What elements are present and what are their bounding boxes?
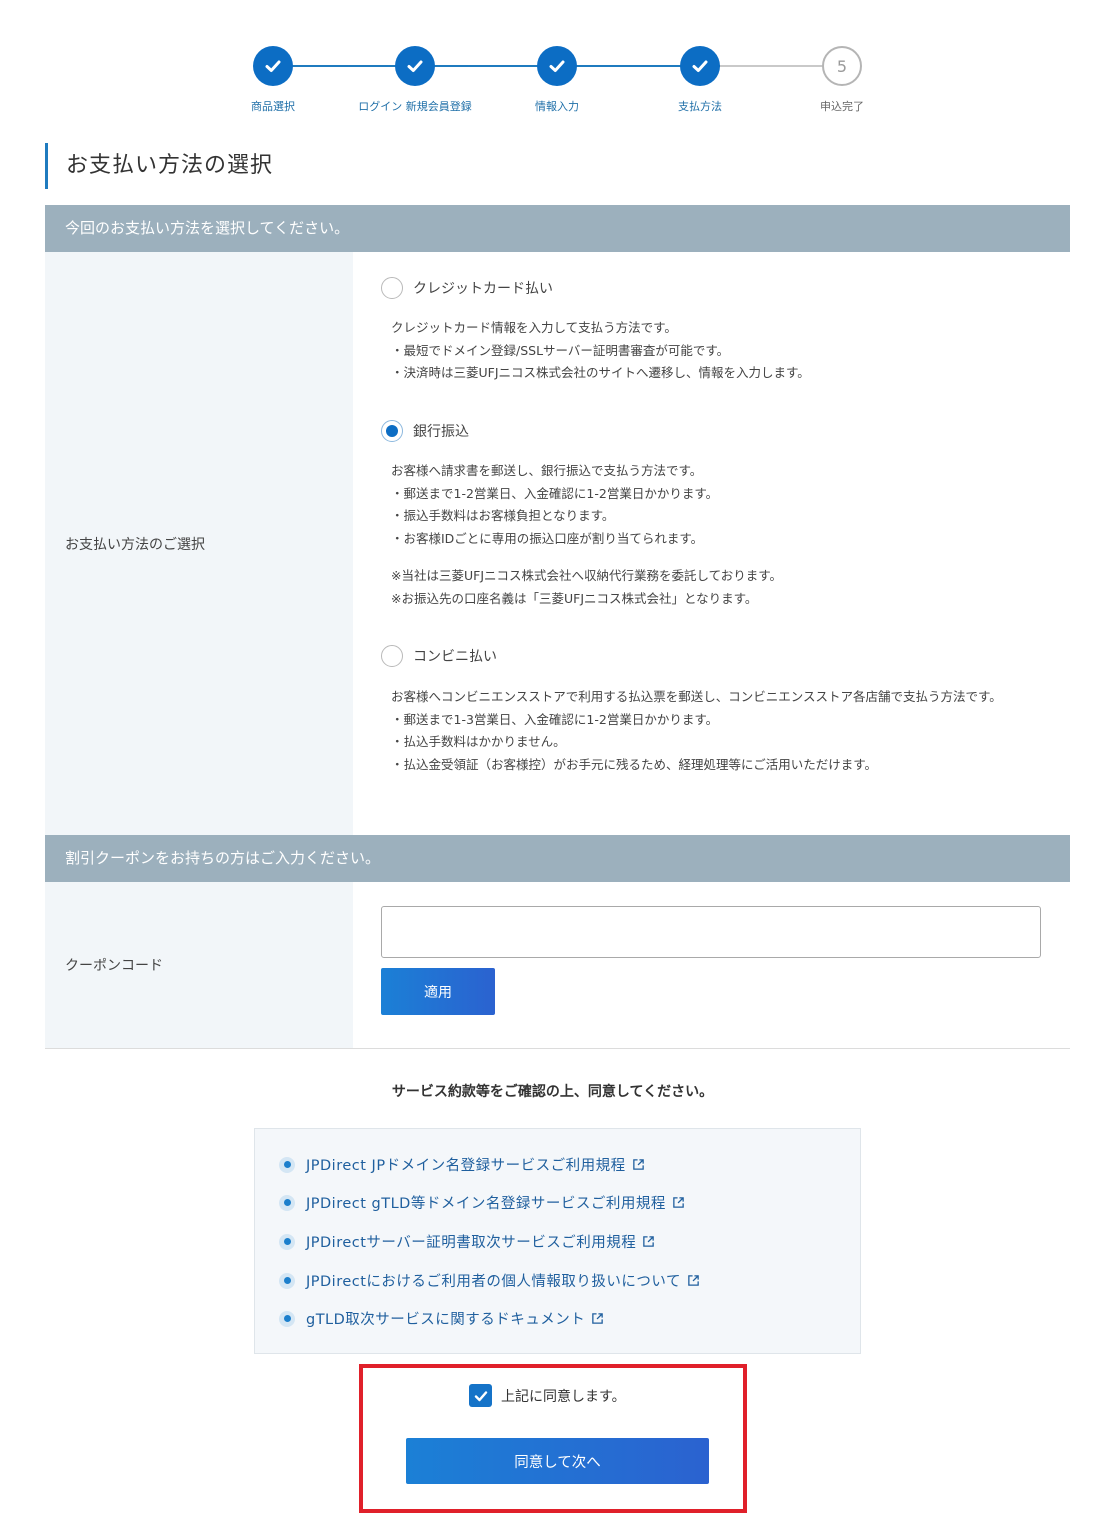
terms-link-gtld-documents[interactable]: gTLD取次サービスに関するドキュメント [279, 1308, 604, 1329]
radio-label: 銀行振込 [413, 424, 469, 440]
desc-line: ・払込金受領証（お客様控）がお手元に残るため、経理処理等にご活用いただけます。 [391, 756, 878, 772]
step-number: 5 [822, 46, 862, 86]
step-label: 情報入力 [535, 100, 579, 113]
desc-line: ・郵送まで1-3営業日、入金確認に1-2営業日かかります。 [391, 711, 719, 727]
coupon-controls: 適用 [353, 882, 1070, 1048]
coupon-label: クーポンコード [45, 882, 353, 1048]
bullet-icon [279, 1233, 295, 1250]
check-icon [395, 46, 435, 86]
agree-checkbox-row[interactable]: 上記に同意します。 [469, 1384, 626, 1407]
step-4: 支払方法 [640, 46, 760, 114]
external-link-icon [643, 1236, 655, 1247]
link-text: gTLD取次サービスに関するドキュメント [306, 1312, 586, 1328]
coupon-section-header: 割引クーポンをお持ちの方はご入力ください。 [45, 835, 1070, 882]
bank-transfer-notes: ※当社は三菱UFJニコス株式会社へ収納代行業務を委託しております。 ※お振込先の… [391, 565, 782, 610]
agree-next-button[interactable]: 同意して次へ [406, 1438, 709, 1484]
terms-link-server-certificate[interactable]: JPDirectサーバー証明書取次サービスご利用規程 [279, 1231, 655, 1252]
terms-link-gtld-domain[interactable]: JPDirect gTLD等ドメイン名登録サービスご利用規程 [279, 1192, 685, 1213]
link-text: JPDirect JPドメイン名登録サービスご利用規程 [306, 1158, 626, 1174]
payment-method-label: お支払い方法のご選択 [45, 252, 353, 835]
desc-line: ・お客様IDごとに専用の振込口座が割り当てられます。 [391, 530, 704, 546]
agree-checkbox[interactable] [469, 1384, 492, 1407]
step-5: 5 申込完了 [782, 46, 902, 114]
payment-method-row: お支払い方法のご選択 クレジットカード払い クレジットカード情報を入力して支払う… [45, 252, 1070, 835]
external-link-icon [632, 1159, 644, 1170]
terms-link-jp-domain[interactable]: JPDirect JPドメイン名登録サービスご利用規程 [279, 1154, 645, 1175]
desc-line: お客様へコンビニエンスストアで利用する払込票を郵送し、コンビニエンスストア各店舗… [391, 689, 1002, 704]
step-label: ログイン 新規会員登録 [358, 100, 472, 113]
bullet-icon [279, 1272, 295, 1289]
progress-stepper: 商品選択 ログイン 新規会員登録 情報入力 支払方法 5 申込完了 [0, 46, 1105, 116]
note-line: ※お振込先の口座名義は「三菱UFJニコス株式会社」となります。 [391, 590, 758, 606]
external-link-icon [688, 1275, 699, 1286]
section-divider [45, 1048, 1070, 1049]
credit-card-description: クレジットカード情報を入力して支払う方法です。 ・最短でドメイン登録/SSLサー… [391, 317, 810, 385]
radio-label: クレジットカード払い [413, 281, 553, 297]
desc-line: ・郵送まで1-2営業日、入金確認に1-2営業日かかります。 [391, 485, 719, 501]
link-text: JPDirect gTLD等ドメイン名登録サービスご利用規程 [306, 1196, 666, 1212]
apply-coupon-button[interactable]: 適用 [381, 968, 495, 1015]
desc-line: ・最短でドメイン登録/SSLサーバー証明書審査が可能です。 [391, 342, 730, 358]
step-label: 支払方法 [678, 100, 722, 113]
coupon-code-input[interactable] [381, 906, 1041, 958]
check-icon [537, 46, 577, 86]
check-icon [253, 46, 293, 86]
radio-bank-transfer[interactable]: 銀行振込 [381, 420, 469, 442]
link-text: JPDirectサーバー証明書取次サービスご利用規程 [306, 1235, 637, 1251]
radio-credit-card[interactable]: クレジットカード払い [381, 277, 553, 299]
desc-line: ・払込手数料はかかりません。 [391, 734, 566, 749]
external-link-icon [592, 1313, 604, 1324]
convenience-store-description: お客様へコンビニエンスストアで利用する払込票を郵送し、コンビニエンスストア各店舗… [391, 686, 1002, 776]
coupon-row: クーポンコード 適用 [45, 882, 1070, 1048]
desc-line: ・決済時は三菱UFJニコス株式会社のサイトへ遷移し、情報を入力します。 [391, 365, 810, 380]
step-label: 商品選択 [251, 100, 295, 113]
payment-section-header: 今回のお支払い方法を選択してください。 [45, 205, 1070, 252]
radio-convenience-store[interactable]: コンビニ払い [381, 645, 497, 667]
desc-line: ・振込手数料はお客様負担となります。 [391, 508, 615, 523]
bullet-icon [279, 1194, 295, 1211]
terms-heading: サービス約款等をご確認の上、同意してください。 [391, 1084, 714, 1100]
payment-options: クレジットカード払い クレジットカード情報を入力して支払う方法です。 ・最短でド… [353, 252, 1070, 835]
desc-line: クレジットカード情報を入力して支払う方法です。 [391, 320, 677, 335]
bullet-icon [279, 1156, 295, 1173]
radio-button-selected[interactable] [381, 420, 403, 442]
bullet-icon [279, 1310, 295, 1327]
step-1: 商品選択 [213, 46, 333, 114]
agree-label: 上記に同意します。 [501, 1388, 626, 1405]
link-text: JPDirectにおけるご利用者の個人情報取り扱いについて [306, 1274, 681, 1290]
check-icon [680, 46, 720, 86]
radio-label: コンビニ払い [413, 649, 497, 665]
terms-link-privacy[interactable]: JPDirectにおけるご利用者の個人情報取り扱いについて [279, 1270, 700, 1291]
radio-button[interactable] [381, 645, 403, 667]
step-2: ログイン 新規会員登録 [355, 46, 475, 114]
note-line: ※当社は三菱UFJニコス株式会社へ収納代行業務を委託しております。 [391, 568, 783, 583]
page-title: お支払い方法の選択 [45, 143, 273, 189]
bank-transfer-description: お客様へ請求書を郵送し、銀行振込で支払う方法です。 ・郵送まで1-2営業日、入金… [391, 460, 718, 550]
desc-line: お客様へ請求書を郵送し、銀行振込で支払う方法です。 [391, 463, 703, 478]
step-label: 申込完了 [820, 100, 864, 113]
check-icon [474, 1390, 487, 1401]
terms-link-list: JPDirect JPドメイン名登録サービスご利用規程 JPDirect gTL… [254, 1128, 861, 1354]
external-link-icon [673, 1197, 684, 1208]
step-3: 情報入力 [497, 46, 617, 114]
radio-button[interactable] [381, 277, 403, 299]
